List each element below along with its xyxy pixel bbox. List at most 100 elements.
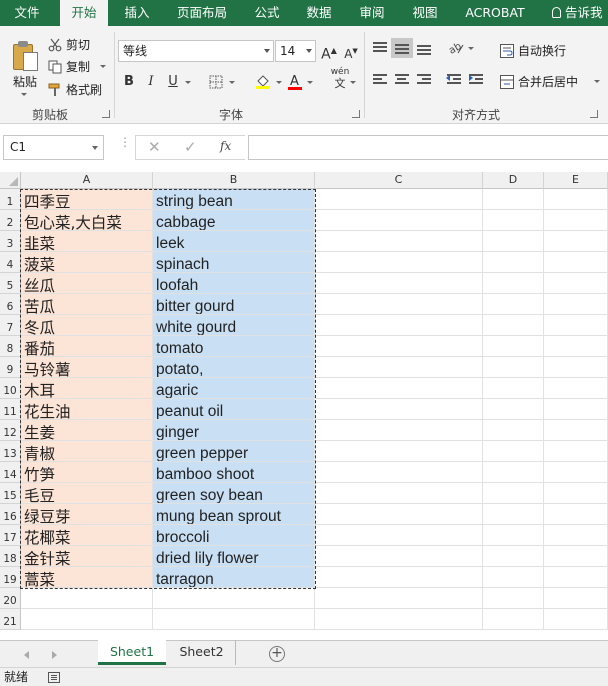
row-header[interactable]: 2 bbox=[0, 210, 21, 231]
borders-dropdown-icon[interactable] bbox=[229, 81, 235, 84]
row-header[interactable]: 5 bbox=[0, 273, 21, 294]
table-cell[interactable] bbox=[483, 483, 544, 504]
row-header[interactable]: 7 bbox=[0, 315, 21, 336]
table-cell[interactable] bbox=[315, 294, 483, 315]
table-cell[interactable] bbox=[483, 294, 544, 315]
table-cell[interactable] bbox=[315, 210, 483, 231]
tab-formulas[interactable]: 公式 bbox=[246, 0, 288, 26]
table-cell[interactable] bbox=[483, 588, 544, 609]
align-middle-button[interactable] bbox=[391, 38, 413, 58]
table-cell[interactable] bbox=[544, 210, 608, 231]
table-cell[interactable] bbox=[315, 525, 483, 546]
row-header[interactable]: 17 bbox=[0, 525, 21, 546]
insert-function-button[interactable]: fx bbox=[220, 139, 231, 153]
table-cell[interactable] bbox=[315, 546, 483, 567]
table-cell[interactable] bbox=[315, 420, 483, 441]
increase-indent-button[interactable] bbox=[468, 73, 484, 87]
font-name-select[interactable]: 等线 bbox=[118, 40, 274, 62]
table-cell[interactable] bbox=[483, 525, 544, 546]
table-cell[interactable] bbox=[544, 189, 608, 210]
table-cell[interactable] bbox=[153, 609, 315, 630]
table-cell[interactable] bbox=[544, 462, 608, 483]
table-cell[interactable] bbox=[544, 504, 608, 525]
tab-acrobat[interactable]: ACROBAT bbox=[458, 0, 532, 26]
table-cell[interactable] bbox=[483, 252, 544, 273]
paste-button[interactable]: 粘贴 bbox=[4, 30, 42, 98]
table-cell[interactable] bbox=[544, 231, 608, 252]
table-cell[interactable] bbox=[315, 504, 483, 525]
table-cell[interactable] bbox=[21, 609, 153, 630]
font-dialog-launcher[interactable] bbox=[352, 110, 360, 118]
table-cell[interactable] bbox=[544, 483, 608, 504]
fill-color-button[interactable] bbox=[252, 71, 274, 93]
table-cell[interactable] bbox=[483, 399, 544, 420]
borders-button[interactable] bbox=[205, 71, 227, 93]
table-cell[interactable] bbox=[315, 567, 483, 588]
tab-data[interactable]: 数据 bbox=[298, 0, 340, 26]
table-cell[interactable] bbox=[483, 189, 544, 210]
table-cell[interactable] bbox=[483, 357, 544, 378]
row-header[interactable]: 14 bbox=[0, 462, 21, 483]
tab-home[interactable]: 开始 bbox=[60, 0, 108, 27]
row-header[interactable]: 3 bbox=[0, 231, 21, 252]
formula-input[interactable] bbox=[248, 135, 608, 160]
table-cell[interactable] bbox=[483, 441, 544, 462]
add-sheet-button[interactable]: + bbox=[269, 646, 285, 662]
column-header-e[interactable]: E bbox=[544, 172, 608, 189]
column-header-b[interactable]: B bbox=[153, 172, 315, 189]
increase-font-size-button[interactable]: A▲ bbox=[318, 40, 340, 63]
align-bottom-button[interactable] bbox=[416, 41, 432, 55]
phonetic-dropdown-icon[interactable] bbox=[350, 81, 356, 84]
column-header-d[interactable]: D bbox=[483, 172, 544, 189]
table-cell[interactable] bbox=[544, 378, 608, 399]
table-cell[interactable] bbox=[544, 357, 608, 378]
align-right-button[interactable] bbox=[416, 73, 432, 87]
table-cell[interactable] bbox=[315, 399, 483, 420]
name-box[interactable]: C1 bbox=[3, 135, 104, 160]
row-header[interactable]: 1 bbox=[0, 189, 21, 210]
table-cell[interactable] bbox=[544, 336, 608, 357]
table-cell[interactable] bbox=[544, 546, 608, 567]
tab-page-layout[interactable]: 页面布局 bbox=[170, 0, 234, 26]
align-top-button[interactable] bbox=[372, 41, 388, 55]
table-cell[interactable] bbox=[315, 189, 483, 210]
table-cell[interactable] bbox=[315, 588, 483, 609]
tab-file[interactable]: 文件 bbox=[6, 0, 48, 26]
fill-color-dropdown-icon[interactable] bbox=[276, 81, 282, 84]
macro-record-icon[interactable] bbox=[48, 672, 60, 683]
table-cell[interactable] bbox=[544, 420, 608, 441]
table-cell[interactable] bbox=[483, 336, 544, 357]
copy-button[interactable]: 复制 bbox=[48, 58, 106, 75]
align-left-button[interactable] bbox=[372, 73, 388, 87]
row-header[interactable]: 21 bbox=[0, 609, 21, 630]
row-header[interactable]: 16 bbox=[0, 504, 21, 525]
table-cell[interactable] bbox=[315, 441, 483, 462]
cancel-entry-icon[interactable]: ✕ bbox=[148, 138, 161, 156]
column-header-a[interactable]: A bbox=[21, 172, 153, 189]
table-cell[interactable] bbox=[483, 504, 544, 525]
tell-me-box[interactable]: 告诉我 bbox=[552, 0, 603, 26]
table-cell[interactable] bbox=[315, 378, 483, 399]
bold-button[interactable]: B bbox=[118, 71, 140, 93]
scroll-right-icon[interactable] bbox=[52, 651, 57, 659]
table-cell[interactable] bbox=[483, 462, 544, 483]
select-all-button[interactable] bbox=[0, 172, 21, 189]
formula-bar-grip-icon[interactable]: ⋮ bbox=[119, 136, 131, 154]
column-header-c[interactable]: C bbox=[315, 172, 483, 189]
scroll-left-icon[interactable] bbox=[24, 651, 29, 659]
table-cell[interactable] bbox=[483, 546, 544, 567]
row-header[interactable]: 18 bbox=[0, 546, 21, 567]
decrease-indent-button[interactable] bbox=[446, 73, 462, 87]
table-cell[interactable] bbox=[315, 609, 483, 630]
tab-insert[interactable]: 插入 bbox=[116, 0, 158, 26]
table-cell[interactable] bbox=[483, 231, 544, 252]
table-cell[interactable] bbox=[483, 378, 544, 399]
table-cell[interactable] bbox=[315, 252, 483, 273]
row-header[interactable]: 6 bbox=[0, 294, 21, 315]
underline-dropdown-icon[interactable] bbox=[185, 81, 191, 84]
clipboard-dialog-launcher[interactable] bbox=[102, 110, 110, 118]
row-header[interactable]: 4 bbox=[0, 252, 21, 273]
underline-button[interactable]: U bbox=[162, 71, 184, 93]
table-cell[interactable] bbox=[483, 609, 544, 630]
italic-button[interactable]: I bbox=[140, 71, 162, 93]
